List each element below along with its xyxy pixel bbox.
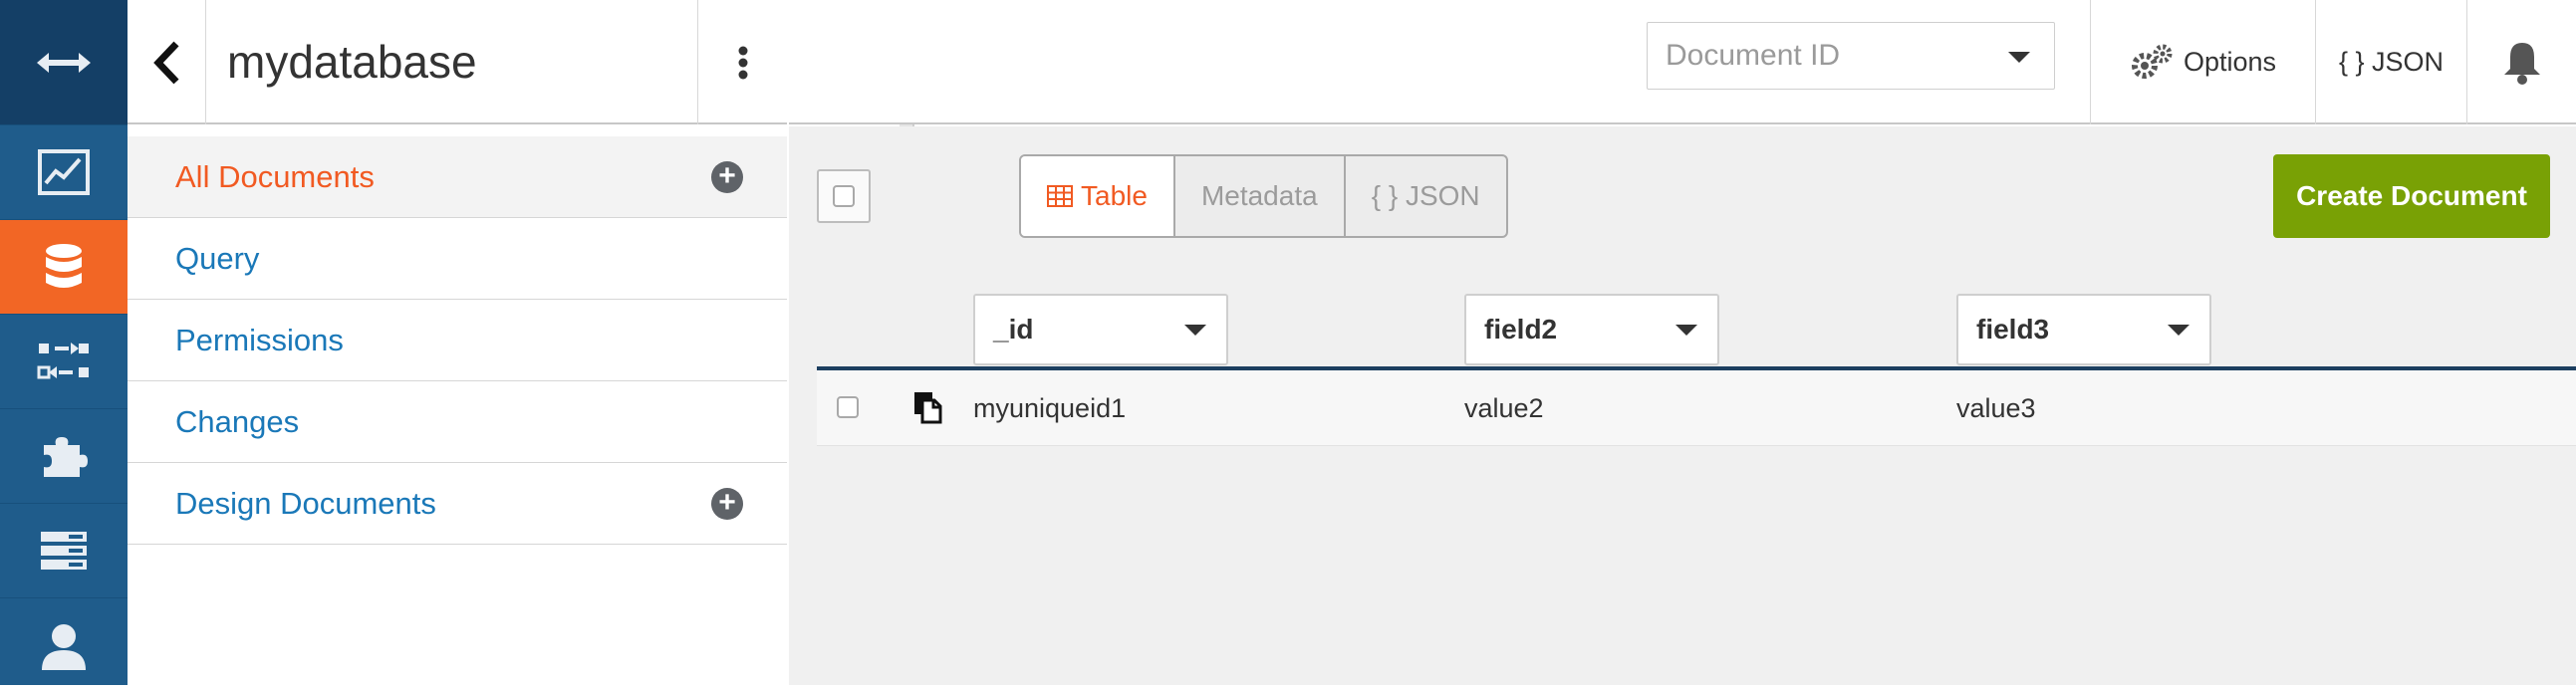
nav-item-activity[interactable] <box>0 124 128 219</box>
chevron-down-icon <box>1184 325 1206 336</box>
gears-icon <box>2131 44 2173 79</box>
create-document-button[interactable]: Create Document <box>2273 154 2550 238</box>
tab-metadata[interactable]: Metadata <box>1172 156 1344 236</box>
sidebar-item-label: Query <box>175 241 260 276</box>
server-rack-icon <box>41 532 87 570</box>
sidebar-item-all-documents[interactable]: All Documents + <box>128 136 787 218</box>
database-menu-button[interactable] <box>697 0 787 124</box>
table-row[interactable]: myuniqueid1 value2 value3 <box>817 370 2576 446</box>
column-header-label: field2 <box>1484 314 1558 345</box>
top-bar: Options { } JSON <box>789 0 2576 124</box>
column-select-field3[interactable]: field3 <box>1956 294 2211 365</box>
main-nav <box>0 0 128 685</box>
sidebar-header: mydatabase <box>128 0 787 124</box>
json-view-button[interactable]: { } JSON <box>2315 0 2466 124</box>
database-name: mydatabase <box>227 36 477 88</box>
nav-item-databases[interactable] <box>0 219 128 314</box>
plugin-puzzle-icon <box>44 437 88 477</box>
add-design-document-icon[interactable]: + <box>711 488 743 520</box>
database-icon <box>46 244 82 288</box>
vertical-dots-icon <box>738 46 747 79</box>
json-label: { } JSON <box>2338 47 2445 77</box>
expand-arrows-icon <box>37 52 91 73</box>
main-content: Table Metadata { } JSON Create Document … <box>789 126 2576 685</box>
tab-table[interactable]: Table <box>1021 156 1173 236</box>
column-header-label: field3 <box>1976 314 2050 345</box>
chevron-down-icon <box>2168 325 2190 336</box>
tab-json[interactable]: { } JSON <box>1343 156 1506 236</box>
options-button[interactable]: Options <box>2090 0 2315 124</box>
column-select-id[interactable]: _id <box>973 294 1228 365</box>
replication-icon <box>37 343 89 379</box>
options-label: Options <box>2183 47 2277 77</box>
view-toggle: Table Metadata { } JSON <box>1019 154 1508 238</box>
nav-item-plugins[interactable] <box>0 408 128 503</box>
tab-metadata-label: Metadata <box>1200 180 1318 211</box>
nav-toggle[interactable] <box>0 0 128 124</box>
back-button[interactable] <box>128 0 206 124</box>
sidebar-item-label: All Documents <box>175 159 375 194</box>
sidebar-item-label: Permissions <box>175 323 344 357</box>
sidebar-item-query[interactable]: Query <box>128 218 787 300</box>
checkbox-box <box>833 185 855 207</box>
sidebar-nav: All Documents + Query Permissions Change… <box>128 136 787 545</box>
user-icon <box>42 624 86 670</box>
activity-chart-icon <box>38 149 90 195</box>
sidebar-item-changes[interactable]: Changes <box>128 381 787 463</box>
sidebar-item-label: Changes <box>175 404 300 439</box>
cell-field3: value3 <box>1956 393 2036 423</box>
sidebar: mydatabase All Documents + Query Permiss… <box>128 0 914 685</box>
copy-document-icon[interactable] <box>912 390 942 429</box>
select-all-checkbox[interactable] <box>817 169 871 223</box>
sidebar-item-design-documents[interactable]: Design Documents + <box>128 463 787 545</box>
notifications-button[interactable] <box>2466 0 2576 124</box>
nav-item-setup[interactable] <box>0 503 128 597</box>
cell-id: myuniqueid1 <box>973 393 1127 423</box>
row-checkbox[interactable] <box>837 396 859 418</box>
nav-item-replication[interactable] <box>0 314 128 408</box>
bell-icon <box>2503 42 2540 85</box>
column-header-label: _id <box>993 314 1034 345</box>
cell-field2: value2 <box>1464 393 1544 423</box>
column-select-field2[interactable]: field2 <box>1464 294 1719 365</box>
sidebar-item-label: Design Documents <box>175 486 436 521</box>
chevron-down-icon <box>2008 52 2030 63</box>
tab-table-label: Table <box>1081 180 1148 211</box>
sidebar-item-permissions[interactable]: Permissions <box>128 300 787 381</box>
nav-item-user[interactable] <box>0 597 128 692</box>
chevron-left-icon <box>153 41 179 84</box>
tab-json-label: { } JSON <box>1371 180 1480 211</box>
document-id-input[interactable] <box>1648 23 1986 89</box>
chevron-down-icon <box>1675 325 1697 336</box>
table-grid-icon <box>1047 185 1073 207</box>
document-id-select[interactable] <box>1647 22 2055 90</box>
add-document-icon[interactable]: + <box>711 161 743 193</box>
